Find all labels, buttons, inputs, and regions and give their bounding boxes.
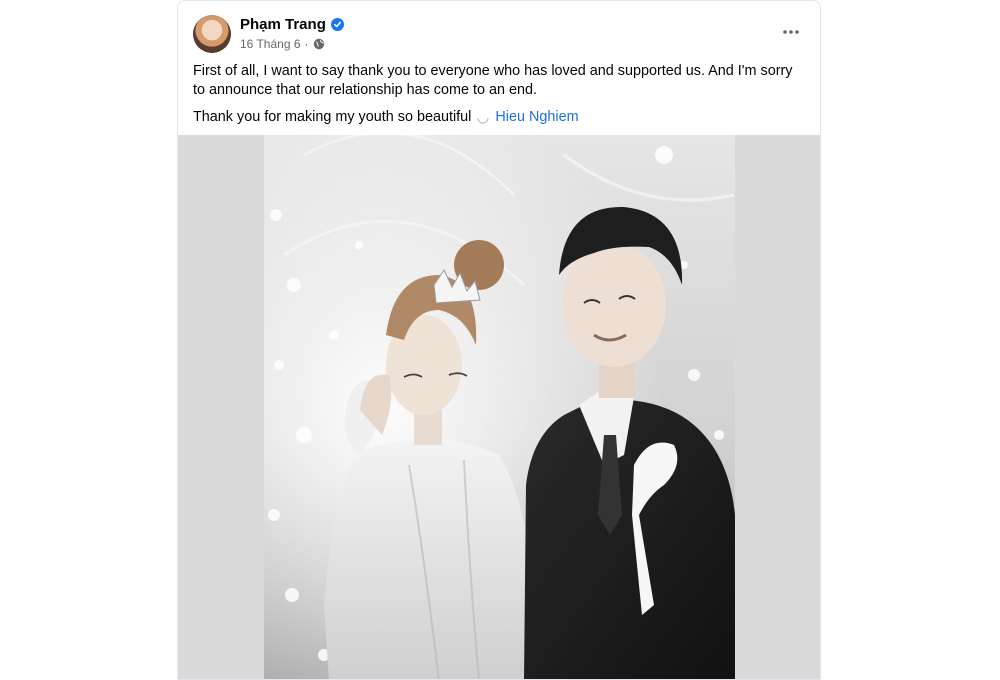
wedding-photo[interactable] xyxy=(264,135,735,679)
post-paragraph-2: Thank you for making my youth so beautif… xyxy=(193,108,808,127)
post-header: Phạm Trang 16 Tháng 6 · xyxy=(178,1,820,61)
author-row: Phạm Trang xyxy=(240,16,344,33)
post-date[interactable]: 16 Tháng 6 xyxy=(240,37,301,51)
wedding-photo-drawing xyxy=(264,135,735,679)
post-text: First of all, I want to say thank you to… xyxy=(193,62,808,127)
globe-icon[interactable] xyxy=(313,38,325,50)
post-media xyxy=(178,135,820,679)
more-dots-icon xyxy=(783,30,799,34)
verified-badge-icon xyxy=(330,18,344,31)
post-paragraph-2-text: Thank you for making my youth so beautif… xyxy=(193,109,472,125)
post-meta: 16 Tháng 6 · xyxy=(240,37,325,51)
author-avatar[interactable] xyxy=(193,15,231,53)
tagged-person-link[interactable]: Hieu Nghiem xyxy=(495,108,578,127)
emoji-placeholder-icon xyxy=(477,117,490,124)
separator-dot: · xyxy=(304,37,309,51)
post-paragraph-1: First of all, I want to say thank you to… xyxy=(193,63,793,98)
facebook-post-card: Phạm Trang 16 Tháng 6 · First of all, I … xyxy=(177,0,821,680)
author-name[interactable]: Phạm Trang xyxy=(240,16,326,33)
more-options-button[interactable] xyxy=(780,21,802,43)
